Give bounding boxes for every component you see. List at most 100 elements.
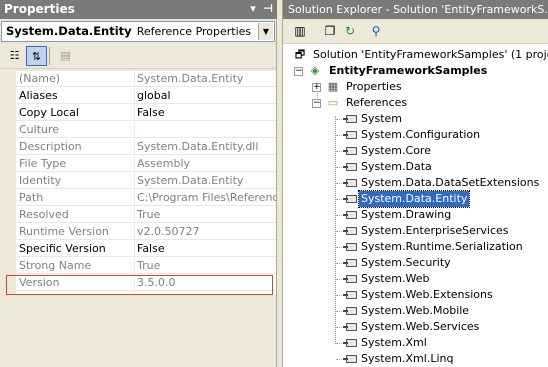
project-label: EntityFrameworkSamples <box>329 64 488 77</box>
property-value <box>137 122 276 138</box>
reference-item[interactable]: System.Data <box>335 159 535 175</box>
reference-item[interactable]: System.Security <box>335 255 535 271</box>
reference-label: System.Web.Services <box>361 320 480 333</box>
column-divider[interactable] <box>134 190 135 206</box>
categorized-icon[interactable]: ☷ <box>4 46 25 66</box>
property-row[interactable]: Resolved True <box>16 207 276 223</box>
reference-item[interactable]: System.Web.Extensions <box>335 287 535 303</box>
property-name: Runtime Version <box>19 225 109 238</box>
properties-icon[interactable]: ▥ <box>291 22 309 40</box>
column-divider[interactable] <box>134 139 135 155</box>
property-name: Strong Name <box>19 259 92 272</box>
alphabetical-icon[interactable]: ⇅ <box>26 46 47 66</box>
property-row[interactable]: Identity System.Data.Entity <box>16 173 276 189</box>
solution-icon: 🗗 <box>294 48 306 61</box>
reference-item[interactable]: System.Drawing <box>335 207 535 223</box>
reference-label: System.Runtime.Serialization <box>361 240 523 253</box>
solution-label: Solution 'EntityFrameworkSamples' (1 pro… <box>313 48 548 61</box>
object-selector[interactable]: System.Data.Entity Reference Properties ▼ <box>1 21 275 42</box>
property-row[interactable]: Specific Version False <box>16 241 276 257</box>
reference-label: System.Xml.Linq <box>361 352 454 365</box>
references-folder-node[interactable]: − ▭ References <box>312 95 532 111</box>
project-node[interactable]: − ◈ EntityFrameworkSamples <box>294 63 534 79</box>
reference-icon <box>343 226 357 236</box>
property-value[interactable]: False <box>137 105 276 121</box>
properties-folder-label: Properties <box>346 80 402 93</box>
column-divider[interactable] <box>134 156 135 172</box>
reference-label: System.Data.Entity <box>357 190 471 208</box>
column-divider[interactable] <box>134 207 135 223</box>
column-divider[interactable] <box>134 88 135 104</box>
column-divider[interactable] <box>134 105 135 121</box>
column-divider[interactable] <box>134 258 135 274</box>
reference-item[interactable]: System.Web.Mobile <box>335 303 535 319</box>
property-value: v2.0.50727 <box>137 225 200 238</box>
reference-label: System.Configuration <box>361 128 481 141</box>
reference-icon <box>343 194 357 204</box>
reference-icon <box>343 338 357 348</box>
chevron-down-icon[interactable]: ▼ <box>258 23 273 40</box>
collapse-icon[interactable]: − <box>294 67 303 76</box>
show-all-files-icon[interactable]: ❐ <box>321 22 339 40</box>
properties-title-bar: Properties ▾ ⊣ <box>0 0 277 19</box>
property-name: Identity <box>19 174 62 187</box>
property-row[interactable]: Aliases global <box>16 88 276 104</box>
column-divider[interactable] <box>134 173 135 189</box>
column-divider[interactable] <box>134 241 135 257</box>
property-name: Culture <box>19 123 60 136</box>
solution-explorer-title-bar: Solution Explorer - Solution 'EntityFram… <box>283 0 548 19</box>
references-folder-label: References <box>346 96 408 109</box>
column-divider[interactable] <box>134 71 135 87</box>
property-value[interactable]: False <box>137 241 276 257</box>
reference-label: System.Security <box>361 256 451 269</box>
reference-icon <box>343 162 357 172</box>
pin-icon[interactable]: ⊣ <box>262 3 274 15</box>
property-row[interactable]: Strong Name True <box>16 258 276 274</box>
reference-item[interactable]: System <box>335 111 535 127</box>
reference-item[interactable]: System.Runtime.Serialization <box>335 239 535 255</box>
property-value: System.Data.Entity.dll <box>137 140 259 153</box>
property-name: (Name) <box>19 72 61 85</box>
solution-tree: 🗗 Solution 'EntityFrameworkSamples' (1 p… <box>283 44 548 367</box>
class-diagram-icon[interactable]: ⚲ <box>367 22 385 40</box>
reference-item[interactable]: System.Web <box>335 271 535 287</box>
reference-item[interactable]: System.Configuration <box>335 127 535 143</box>
dropdown-icon[interactable]: ▾ <box>247 3 259 15</box>
reference-item[interactable]: System.Web.Services <box>335 319 535 335</box>
folder-open-icon: ▭ <box>327 96 339 109</box>
reference-icon <box>343 178 357 188</box>
property-value: True <box>137 208 161 221</box>
property-value: Assembly <box>137 157 191 170</box>
column-divider[interactable] <box>134 224 135 240</box>
property-pages-icon[interactable]: ▤ <box>55 46 76 66</box>
reference-item[interactable]: System.Data.DataSetExtensions <box>335 175 539 191</box>
property-row[interactable]: Culture <box>16 122 276 138</box>
property-row[interactable]: Path C:\Program Files\Reference A <box>16 190 276 206</box>
solution-explorer-toolbar: ▥ ❐ ↻ ⚲ <box>283 19 548 44</box>
property-value: True <box>137 259 161 272</box>
reference-item[interactable]: System.EnterpriseServices <box>335 223 535 239</box>
property-name: Specific Version <box>19 242 106 255</box>
reference-item[interactable]: System.Xml.Linq <box>335 351 535 367</box>
column-divider[interactable] <box>134 122 135 138</box>
reference-icon <box>343 290 357 300</box>
property-row[interactable]: (Name) System.Data.Entity <box>16 71 276 87</box>
project-icon: ◈ <box>310 64 320 77</box>
collapse-icon[interactable]: − <box>312 99 321 108</box>
refresh-icon[interactable]: ↻ <box>341 22 359 40</box>
reference-item[interactable]: System.Xml <box>335 335 535 351</box>
properties-folder-node[interactable]: + ▦ Properties <box>312 79 532 95</box>
reference-item[interactable]: System.Core <box>335 143 535 159</box>
property-row[interactable]: Description System.Data.Entity.dll <box>16 139 276 155</box>
property-name: Copy Local <box>19 106 79 119</box>
properties-folder-icon: ▦ <box>327 80 339 93</box>
ide-window: Properties ▾ ⊣ System.Data.Entity Referen… <box>0 0 548 367</box>
reference-label: System.EnterpriseServices <box>361 224 509 237</box>
toolbar-separator <box>49 47 50 65</box>
expand-icon[interactable]: + <box>312 83 321 92</box>
reference-item[interactable]: System.Data.Entity <box>335 190 535 208</box>
property-value[interactable]: global <box>137 88 276 104</box>
property-row[interactable]: Copy Local False <box>16 105 276 121</box>
property-row[interactable]: File Type Assembly <box>16 156 276 172</box>
property-row[interactable]: Runtime Version v2.0.50727 <box>16 224 276 240</box>
